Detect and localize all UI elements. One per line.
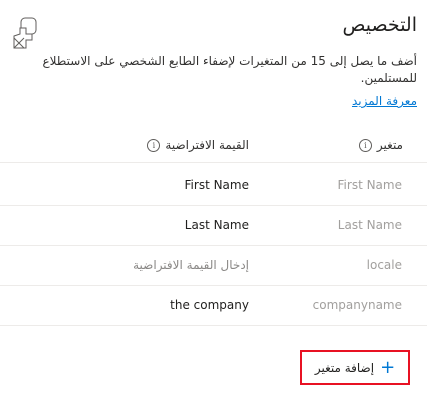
default-value-input[interactable]: Last Name	[49, 218, 249, 232]
add-variable-button[interactable]: + إضافة متغير	[300, 350, 410, 385]
default-header-label: القيمة الافتراضية	[165, 138, 249, 152]
variable-name-input[interactable]: First Name	[292, 178, 402, 192]
default-value-input[interactable]: First Name	[49, 178, 249, 192]
plus-icon: +	[380, 356, 396, 378]
default-column-header: القيمة الافتراضية i	[147, 138, 249, 152]
variable-name-input[interactable]: locale	[292, 258, 402, 272]
table-row: Last Name Last Name	[0, 206, 427, 246]
info-icon[interactable]: i	[358, 138, 372, 152]
close-icon	[13, 17, 37, 49]
table-row: First Name First Name	[0, 166, 427, 206]
panel-title: التخصيص	[342, 14, 417, 36]
table-header: متغير i القيمة الافتراضية i	[0, 128, 427, 163]
variable-header-label: متغير	[376, 138, 403, 152]
learn-more-link[interactable]: معرفة المزيد	[352, 94, 417, 108]
table-row: locale إدخال القيمة الافتراضية	[0, 246, 427, 286]
info-icon[interactable]: i	[147, 138, 161, 152]
personalization-panel: التخصيص أضف ما يصل إلى 15 من المتغيرات ل…	[0, 0, 427, 415]
variable-column-header: متغير i	[358, 138, 403, 152]
panel-description: أضف ما يصل إلى 15 من المتغيرات لإضفاء ال…	[42, 54, 417, 85]
variable-name-input[interactable]: companyname	[292, 298, 402, 312]
add-variable-label: إضافة متغير	[314, 360, 375, 375]
default-value-input[interactable]: the company	[49, 298, 249, 312]
default-value-input[interactable]: إدخال القيمة الافتراضية	[49, 258, 249, 272]
variable-name-input[interactable]: Last Name	[292, 218, 402, 232]
close-button[interactable]	[6, 14, 40, 52]
table-row: companyname the company	[0, 286, 427, 326]
